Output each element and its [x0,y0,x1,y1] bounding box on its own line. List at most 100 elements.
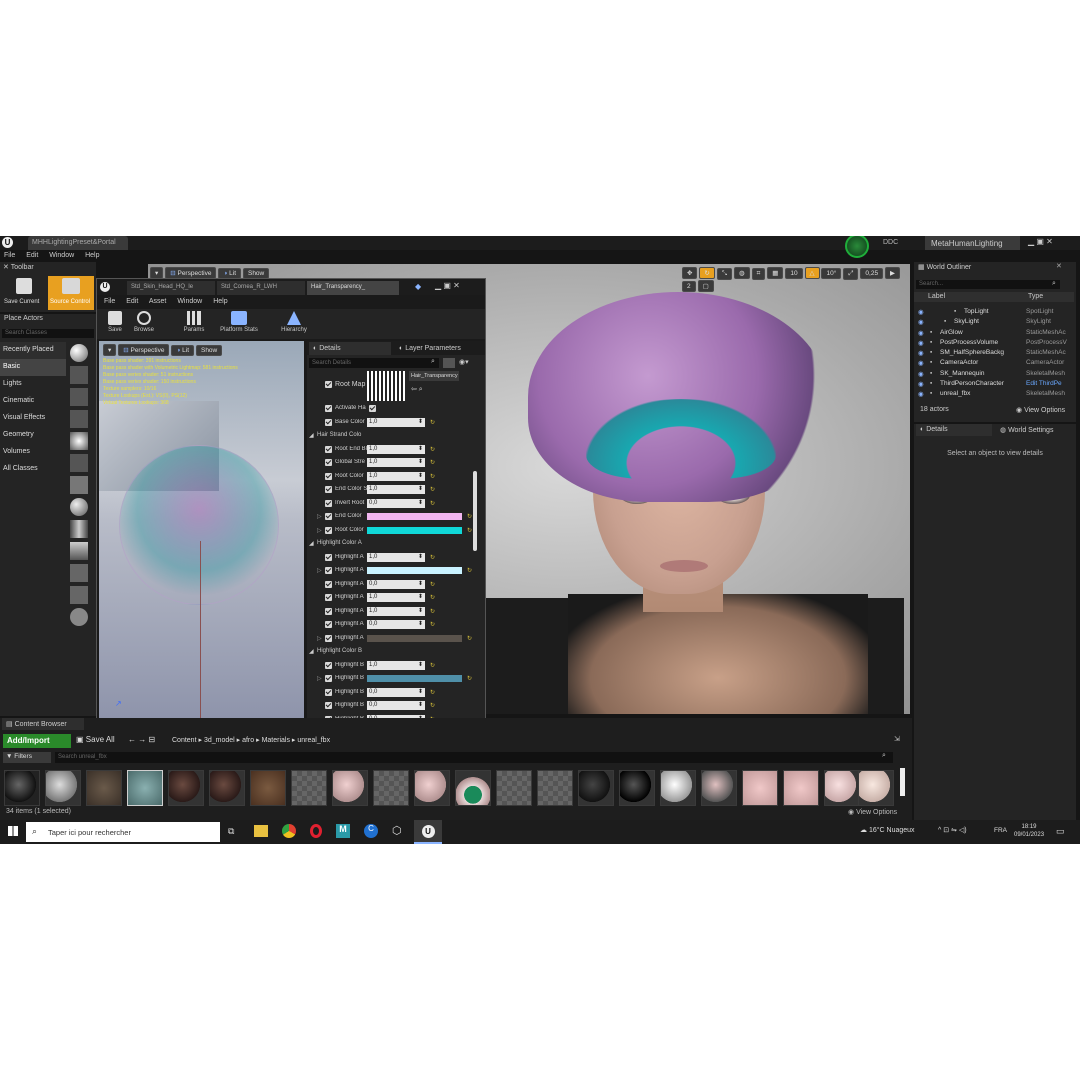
scale-snap-value[interactable]: 0,25 [860,268,884,279]
parameter-checkbox[interactable] [325,445,332,453]
asset-thumbnail[interactable] [496,770,532,806]
grid-snap-icon[interactable]: ▦ [767,267,784,279]
sphere-icon[interactable] [70,498,88,516]
asset-thumbnail[interactable] [45,770,81,806]
preview-options-icon[interactable]: ▾ [103,344,117,356]
language-indicator[interactable]: FRA [994,827,1007,834]
outliner-row[interactable]: ◉ ▪ ThirdPersonCharacter Edit ThirdPe [914,380,1074,390]
material-preview-viewport[interactable]: ▾ ⊟ Perspective ◑ Lit Show Base pass sha… [99,341,304,743]
parameter-checkbox[interactable] [325,499,332,507]
task-view-icon[interactable]: ⧉ [228,826,234,837]
camera-speed-icon[interactable]: ▶ [885,267,901,279]
reset-arrow-icon[interactable]: ↻ [430,554,435,561]
asset-thumbnail[interactable] [291,770,327,806]
history-nav[interactable]: ← → ⊟ [128,735,155,744]
reset-arrow-icon[interactable]: ↻ [430,446,435,453]
parameter-value-input[interactable]: 1,0 ⬍ [367,444,425,454]
reset-arrow-icon[interactable]: ↻ [467,675,472,682]
category-lights[interactable]: Lights [0,376,66,393]
camera-icon[interactable] [70,454,88,472]
grid-snap-value[interactable]: 10 [785,268,803,279]
expand-arrow-icon[interactable]: ▷ [317,567,322,574]
reset-arrow-icon[interactable]: ↻ [467,527,472,534]
path-unreal-fbx[interactable]: unreal_fbx [297,737,330,744]
menu-help[interactable]: Help [213,298,227,305]
scale-snap-icon[interactable]: ⤢ [843,268,859,280]
visibility-eye-icon[interactable]: ◉ [918,339,924,347]
parameter-value-input[interactable]: 1,0 ⬍ [367,485,425,494]
parameter-value-input[interactable]: 0,0⬍ [367,687,425,697]
reset-arrow-icon[interactable]: ↻ [430,500,435,507]
preview-perspective-button[interactable]: ⊟ Perspective [118,344,170,356]
outliner-search-input[interactable]: Search... [916,280,1060,289]
asset-thumbnail[interactable] [858,770,894,806]
reset-arrow-icon[interactable]: ↻ [430,689,435,696]
visibility-eye-icon[interactable]: ◉ [918,318,924,326]
source-control-button[interactable]: Source Control [48,276,94,310]
parameter-checkbox[interactable] [325,594,332,601]
outliner-row[interactable]: ◉ ▪ CameraActor CameraActor [914,359,1074,369]
tab-world-settings[interactable]: ◍ World Settings [996,424,1074,436]
category-recently-placed[interactable]: Recently Placed [0,342,66,359]
reset-arrow-icon[interactable]: ↻ [430,662,435,669]
reset-arrow-icon[interactable]: ↻ [430,608,435,615]
preview-show-button[interactable]: Show [195,345,223,356]
cube-icon[interactable] [70,476,88,494]
search-classes-input[interactable]: Search Classes [2,329,94,338]
value-checkbox[interactable] [369,405,376,412]
menu-edit[interactable]: Edit [26,252,38,259]
collapse-arrow-icon[interactable]: ◢ [309,540,314,547]
path-3d-model[interactable]: 3d_model [204,737,235,744]
menu-asset[interactable]: Asset [149,298,167,305]
outliner-row[interactable]: ◉ ▪ AirGlow StaticMeshAc [914,329,1074,339]
parameter-checkbox[interactable] [325,607,332,615]
content-browser-tab[interactable]: ▤ Content Browser [2,718,84,730]
sphere-trigger-icon[interactable] [70,608,88,626]
path-afro[interactable]: afro [242,737,254,744]
content-search-input[interactable]: Search unreal_fbx [55,752,893,763]
pin-icon[interactable]: ◆ [415,282,421,291]
reset-arrow-icon[interactable]: ↻ [430,621,435,628]
root-map-thumbnail-image[interactable] [367,371,405,401]
reset-arrow-icon[interactable]: ↻ [430,594,435,601]
asset-thumbnail[interactable] [168,770,204,806]
type-column-header[interactable]: Type [1028,293,1043,300]
visibility-eye-icon[interactable]: ◉ [918,349,924,357]
parameter-checkbox[interactable] [325,418,332,426]
parameter-checkbox[interactable] [325,661,332,669]
category-cinematic[interactable]: Cinematic [0,393,66,410]
parameter-checkbox[interactable] [325,580,332,588]
category-geometry[interactable]: Geometry [0,427,66,444]
chrome-icon[interactable] [282,824,296,838]
visibility-eye-icon[interactable]: ◉ [918,329,924,337]
parameter-value-input[interactable]: 1,0 ⬍ [367,593,425,602]
color-swatch[interactable] [367,513,462,520]
preview-lit-button[interactable]: ◑ Lit [171,345,195,356]
path-content[interactable]: Content [172,737,197,744]
reset-arrow-icon[interactable]: ↻ [430,486,435,493]
weather-widget[interactable]: ☁ 16°C Nuageux [860,826,915,834]
expand-arrow-icon[interactable]: ▷ [317,635,322,642]
asset-thumbnail[interactable] [250,770,286,806]
level-tab[interactable]: MHHLightingPreset&Portal [28,236,128,250]
color-swatch[interactable] [367,526,462,534]
parameter-checkbox[interactable] [325,405,332,412]
visibility-eye-icon[interactable]: ◉ [918,390,924,398]
expand-arrow-icon[interactable]: ▷ [317,527,322,534]
angle-snap-icon[interactable]: △ [804,267,820,279]
reset-arrow-icon[interactable]: ↻ [430,702,435,709]
parameter-checkbox[interactable] [325,472,332,480]
asset-thumbnail[interactable] [455,770,491,806]
root-map-checkbox[interactable] [325,381,332,388]
asset-thumbnail[interactable] [332,770,368,806]
asset-thumbnail[interactable] [578,770,614,806]
menu-file[interactable]: File [4,252,15,259]
parameter-value-input[interactable]: 1,0 ⬍ [367,458,425,467]
parameter-checkbox[interactable] [325,513,332,520]
surface-snap-icon[interactable]: ⌗ [751,268,766,280]
outliner-view-options[interactable]: ◉ View Options [1016,406,1065,414]
reset-arrow-icon[interactable]: ↻ [430,419,435,426]
parameter-value-input[interactable]: 1,0 ⬍ [367,471,425,481]
plane-icon[interactable] [70,564,88,582]
parameter-checkbox[interactable] [325,688,332,696]
